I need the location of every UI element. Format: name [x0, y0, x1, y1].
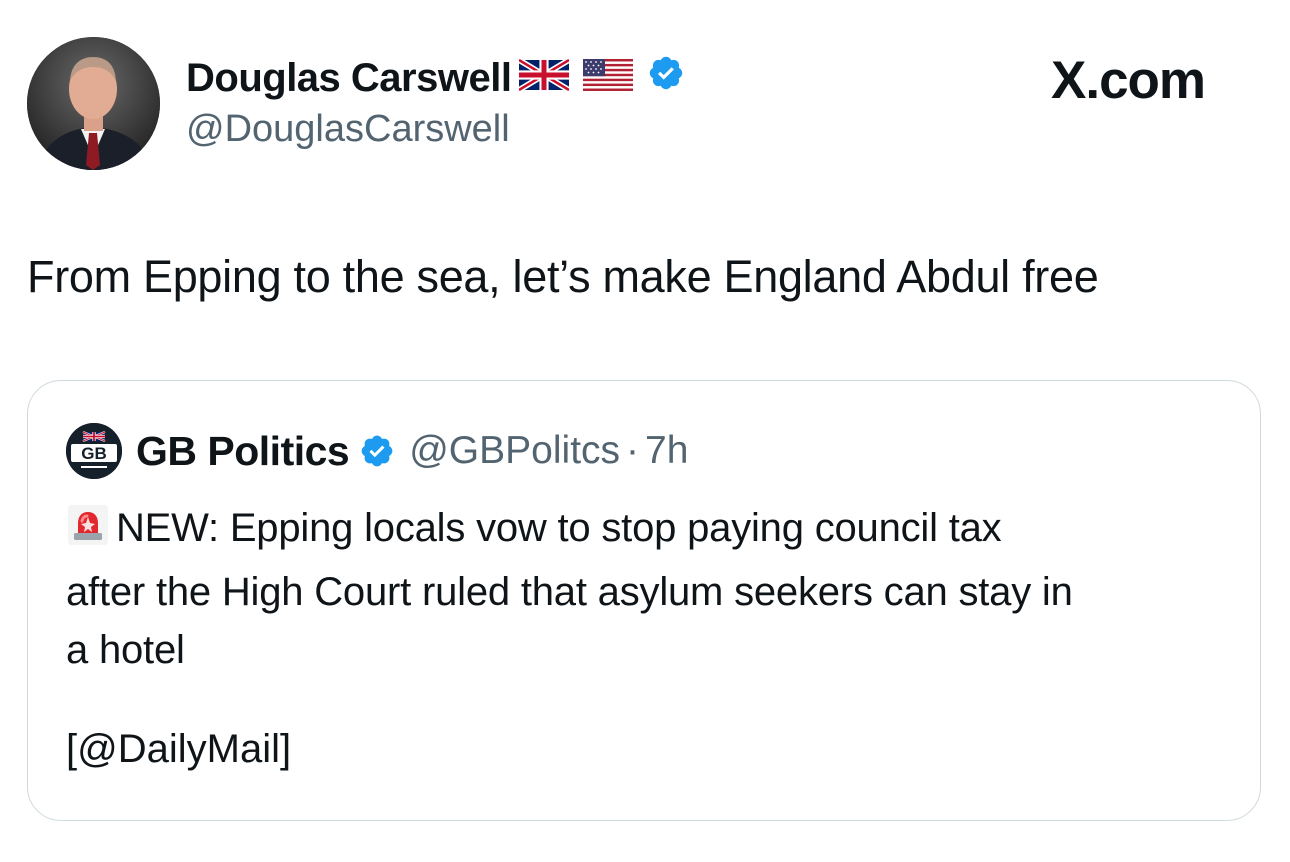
uk-flag-icon	[517, 56, 571, 101]
quoted-tweet-card[interactable]: GB GB Politics @GBPolitcs · 7h NEW: Eppi…	[27, 380, 1261, 821]
verified-badge-icon	[647, 54, 685, 102]
author-name-row: Douglas Carswell	[186, 54, 685, 102]
quoted-tweet-text: NEW: Epping locals vow to stop paying co…	[66, 499, 1236, 679]
quoted-tweet-source: [@DailyMail]	[66, 727, 292, 771]
siren-icon	[66, 503, 110, 563]
verified-badge-icon	[359, 433, 395, 469]
author-name[interactable]: Douglas Carswell	[186, 56, 512, 101]
quoted-author-handle[interactable]: @GBPolitcs	[409, 429, 620, 473]
us-flag-icon	[583, 56, 634, 101]
quoted-author-name[interactable]: GB Politics	[136, 428, 350, 475]
quoted-text-line: NEW: Epping locals vow to stop paying co…	[66, 499, 1236, 563]
x-brand-logo: X.com	[1051, 51, 1206, 110]
gb-politics-avatar[interactable]: GB	[66, 423, 122, 479]
quoted-text-line-3: a hotel	[66, 628, 185, 672]
tweet-text: From Epping to the sea, let’s make Engla…	[27, 251, 1099, 302]
quoted-tweet-header: GB GB Politics @GBPolitcs · 7h	[66, 423, 688, 479]
gb-logo-text: GB	[81, 444, 107, 463]
quoted-text-line-2: after the High Court ruled that asylum s…	[66, 570, 1073, 614]
author-avatar[interactable]	[27, 37, 160, 170]
author-handle[interactable]: @DouglasCarswell	[186, 108, 510, 151]
separator-dot: ·	[626, 429, 640, 472]
quoted-text-line-1: NEW: Epping locals vow to stop paying co…	[116, 506, 1002, 550]
quoted-tweet-time[interactable]: 7h	[645, 429, 688, 473]
